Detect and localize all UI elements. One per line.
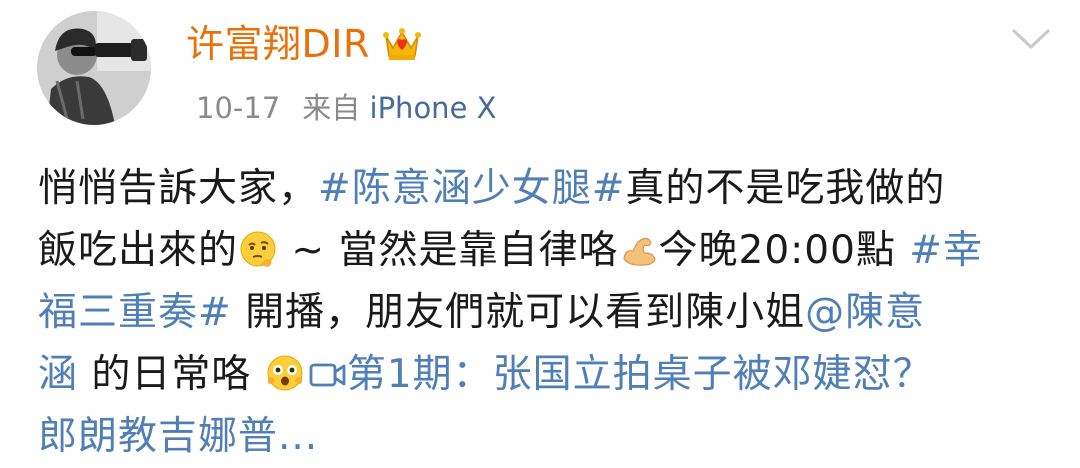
source-prefix: 来自 [302, 91, 361, 125]
post-body: 悄悄告訴大家，#陈意涵少女腿#真的不是吃我做的 飯吃出來的 ~ 當然是靠自律咯今… [38, 158, 1048, 468]
post-text: 真的不是吃我做的 [625, 166, 946, 211]
username[interactable]: 许富翔DIR [186, 19, 370, 69]
mention-link[interactable]: 涵 [38, 352, 78, 397]
flexed-biceps-emoji [619, 226, 659, 266]
hashtag-link[interactable]: #陈意涵少女腿# [318, 166, 625, 211]
post-text: ~ 當然是靠自律咯 [278, 228, 619, 273]
post-text: 今晚20:00點 [658, 228, 910, 273]
post-line: 飯吃出來的 ~ 當然是靠自律咯 今晚20:00點 #幸 [38, 220, 1048, 282]
avatar[interactable] [37, 11, 151, 125]
post-line: 郎朗教吉娜普... [38, 406, 1048, 468]
post-text: 的日常咯 [78, 352, 265, 397]
video-link[interactable]: 郎朗教吉娜普... [38, 414, 318, 459]
thinking-face-emoji [238, 226, 278, 267]
post-line: 悄悄告訴大家，#陈意涵少女腿#真的不是吃我做的 [38, 158, 1048, 220]
post-text: 悄悄告訴大家， [38, 166, 319, 211]
source-device[interactable]: iPhone X [370, 91, 497, 125]
post-line: 涵 的日常咯 第1期：张国立拍桌子被邓婕怼？ [38, 344, 1048, 406]
post-text: 開播，朋友們就可以看到陳小姐 [231, 290, 806, 335]
post-line: 福三重奏# 開播，朋友們就可以看到陳小姐@陳意 [38, 282, 1048, 344]
star-struck-face-emoji [265, 350, 305, 391]
hashtag-link[interactable]: 福三重奏# [38, 290, 232, 335]
name-row: 许富翔DIR [186, 16, 422, 72]
post-meta: 10-17 来自 iPhone X [196, 88, 497, 128]
crown-icon[interactable] [382, 24, 422, 64]
video-link[interactable]: 第1期：张国立拍桌子被邓婕怼？ [347, 352, 933, 397]
post-header: 许富翔DIR 10-17 来自 iPhone X [0, 0, 1080, 140]
hashtag-link[interactable]: #幸 [909, 228, 983, 273]
video-camera-icon[interactable] [309, 348, 347, 387]
post-text: 飯吃出來的 [38, 228, 239, 273]
chevron-down-icon[interactable] [1008, 22, 1054, 56]
mention-link[interactable]: @陳意 [805, 290, 925, 335]
post-date: 10-17 [196, 91, 281, 125]
